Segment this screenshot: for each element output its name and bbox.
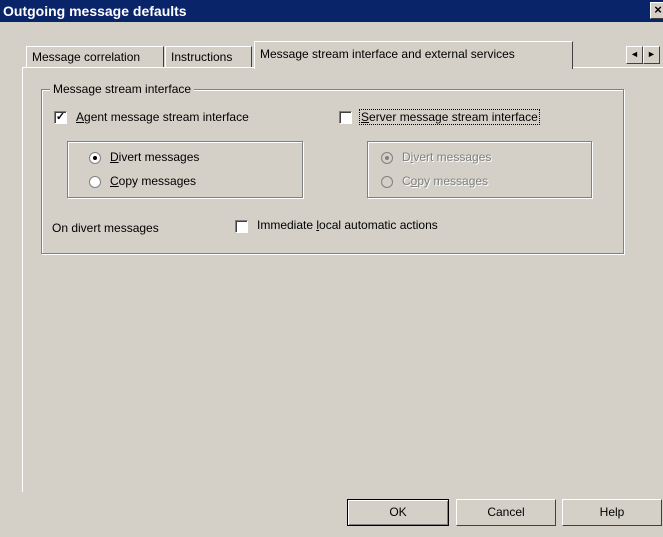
tab-label: Instructions [171, 50, 233, 64]
tab-message-stream-interface[interactable]: Message stream interface and external se… [254, 41, 573, 69]
tab-message-correlation[interactable]: Message correlation [26, 46, 164, 67]
cancel-button[interactable]: Cancel [456, 499, 556, 526]
tab-instructions[interactable]: Instructions [165, 46, 252, 67]
title-bar: Outgoing message defaults × [0, 0, 663, 22]
tab-panel [22, 67, 663, 492]
tab-label: Message stream interface and external se… [260, 47, 515, 61]
window-title: Outgoing message defaults [3, 3, 187, 19]
help-button[interactable]: Help [562, 499, 662, 526]
tab-scroll-right-icon[interactable]: ► [643, 46, 660, 64]
close-button[interactable]: × [650, 2, 663, 19]
ok-button[interactable]: OK [347, 499, 449, 526]
tab-scroll-left-icon[interactable]: ◄ [626, 46, 643, 64]
tab-label: Message correlation [32, 50, 141, 64]
